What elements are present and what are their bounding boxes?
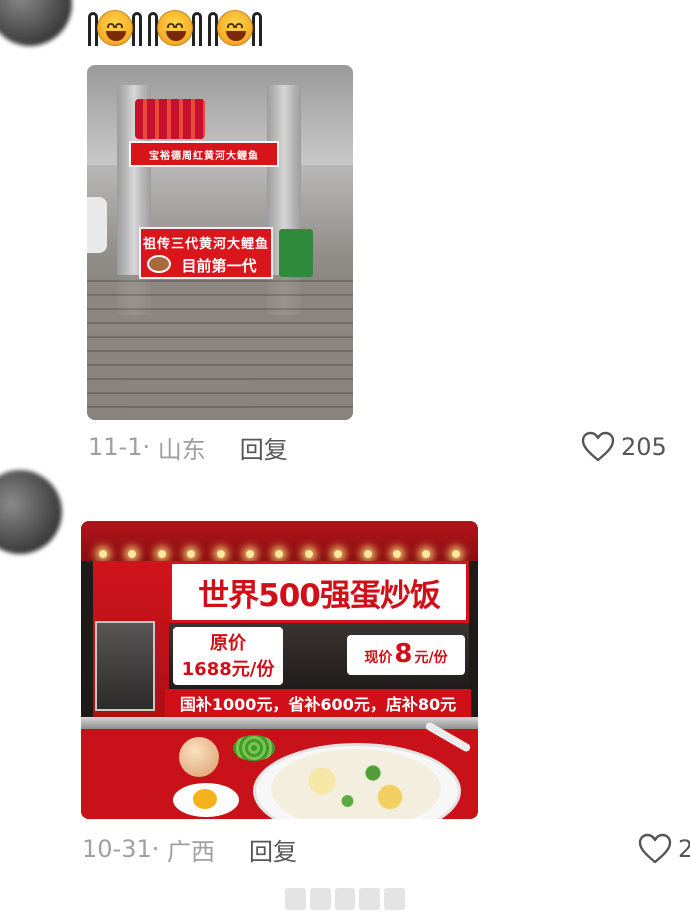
original-price-value: 1688元/份 [181, 659, 275, 680]
watermark [285, 888, 405, 910]
heart-outline-icon [638, 833, 672, 864]
reply-button[interactable]: 回复 [249, 832, 297, 867]
original-price-sign: 原价 1688元/份 [173, 627, 283, 685]
comment-location: 山东 [157, 435, 206, 464]
egg-icon [179, 737, 219, 777]
reply-button[interactable]: 回复 [240, 430, 288, 465]
like-button[interactable]: 2 [638, 832, 690, 866]
lanterns [135, 99, 205, 139]
trash-bin [279, 229, 313, 277]
current-price-value: 8 [394, 639, 413, 669]
comment-photo-fried-rice-stall[interactable]: 世界500强蛋炒饭 原价 1688元/份 现价 8 元/份 国补1000元，省补… [81, 521, 478, 819]
original-price-label: 原价 [210, 633, 246, 654]
comment-date: 10-31 [82, 835, 152, 863]
current-price-unit: 元/份 [414, 650, 448, 666]
grinning-hands-emoji-icon [208, 6, 262, 48]
comment-meta: 11-1 · 山东 回复 [88, 430, 288, 464]
stall-banner: 世界500强蛋炒饭 [169, 561, 469, 623]
like-count: 2 [678, 835, 690, 863]
current-price-label: 现价 [364, 650, 393, 666]
avatar[interactable] [0, 0, 72, 46]
subsidy-strip: 国补1000元，省补600元，店补80元 [165, 689, 471, 717]
comment-location: 广西 [167, 837, 216, 866]
grinning-hands-emoji-icon [148, 6, 202, 48]
comment-date: 11-1 [88, 433, 143, 461]
scallion-icon [233, 735, 275, 761]
comment-emoji-row [88, 6, 262, 48]
comment-photo-fish-stall[interactable]: 宝裕德周红黄河大鲤鱼 祖传三代黄河大鲤鱼 目前第一代 [87, 65, 353, 420]
heart-outline-icon [581, 431, 615, 462]
like-button[interactable]: 205 [581, 430, 667, 464]
cart-top-sign: 宝裕德周红黄河大鲤鱼 [129, 141, 279, 167]
avatar[interactable] [0, 470, 62, 554]
grinning-hands-emoji-icon [88, 6, 142, 48]
comment-meta: 10-31 · 广西 回复 [82, 832, 297, 866]
cart-sign-line1: 祖传三代黄河大鲤鱼 [142, 237, 269, 252]
current-price-sign: 现价 8 元/份 [347, 635, 465, 675]
cart-sign: 祖传三代黄河大鲤鱼 目前第一代 [139, 227, 273, 279]
banner-text: 世界500强蛋炒饭 [198, 577, 441, 614]
cart-sign-line2: 目前第一代 [181, 257, 257, 275]
like-count: 205 [621, 433, 667, 461]
